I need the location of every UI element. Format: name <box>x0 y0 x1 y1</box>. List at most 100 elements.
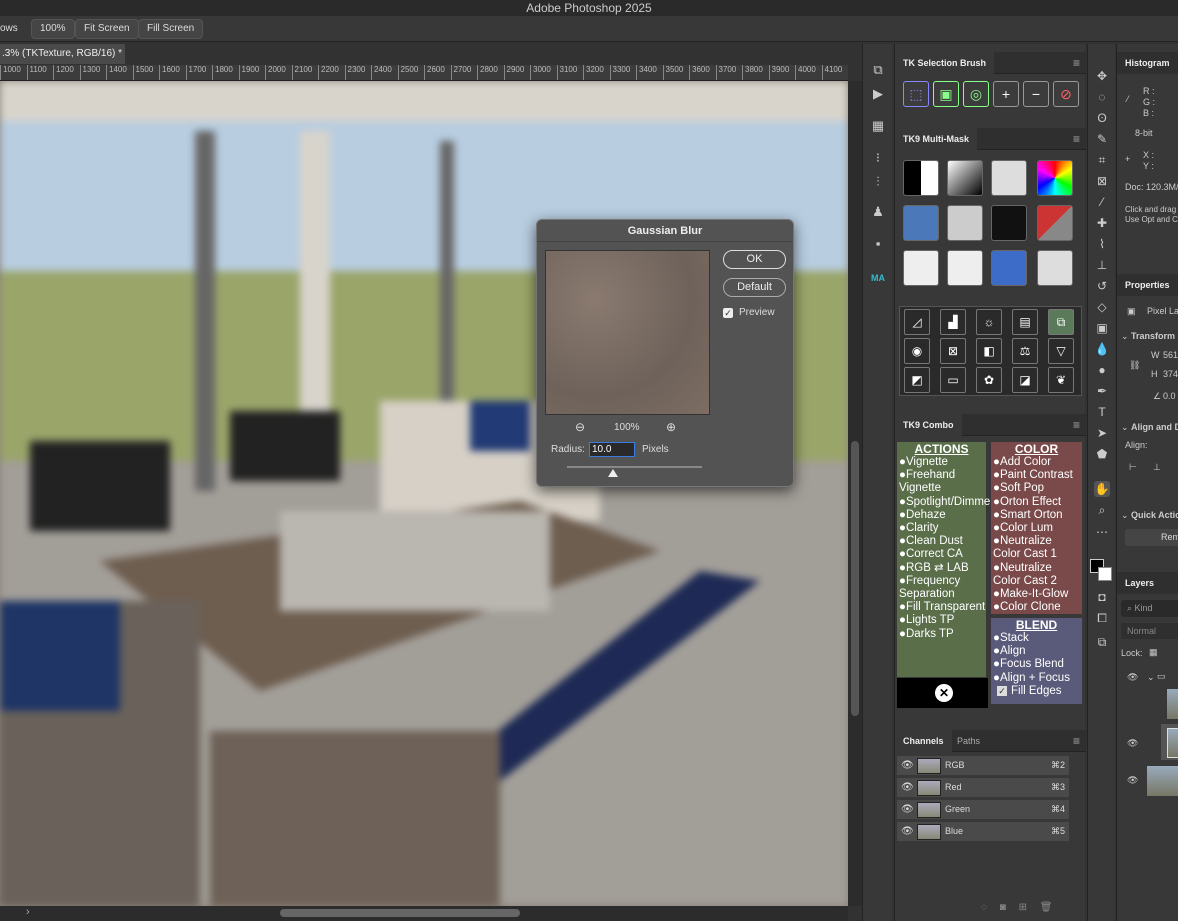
action-item[interactable]: ●Frequency <box>899 575 984 588</box>
tk-selection-tab[interactable]: TK Selection Brush <box>895 52 995 74</box>
color-action-item[interactable]: ●Smart Orton <box>993 509 1080 522</box>
mask-person-icon[interactable] <box>903 205 939 241</box>
close-icon[interactable]: ✕ <box>935 684 953 702</box>
plugin-icon[interactable]: ▪ <box>870 236 886 252</box>
color-action-item[interactable]: ●Neutralize <box>993 535 1080 548</box>
layer-thumb-3[interactable] <box>1147 766 1178 796</box>
image-canvas[interactable] <box>0 81 848 906</box>
add-selection-icon[interactable]: + <box>993 81 1019 107</box>
panel-menu-icon[interactable]: ≡ <box>1073 132 1080 146</box>
radius-input[interactable]: 10.0 <box>589 442 635 457</box>
action-item[interactable]: ●Clarity <box>899 522 984 535</box>
stamp-tool-icon[interactable]: ⊥ <box>1094 257 1110 273</box>
rgb-circles-icon[interactable]: ✿ <box>976 367 1002 393</box>
layer-thumb-2[interactable] <box>1167 728 1178 758</box>
history-brush-icon[interactable]: ↺ <box>1094 278 1110 294</box>
layers-overlap-icon[interactable]: ⧉ <box>1048 309 1074 335</box>
layer-thumb-1[interactable] <box>1167 689 1178 719</box>
blend-action-item[interactable]: ●Align <box>993 645 1080 658</box>
monitor-icon[interactable]: ▭ <box>940 367 966 393</box>
color-action-item[interactable]: ●Color Lum <box>993 522 1080 535</box>
align-chevron-icon[interactable]: ⌄ <box>1121 422 1129 433</box>
shape-tool-icon[interactable]: ⬟ <box>1094 446 1110 462</box>
horizontal-scroll-thumb[interactable] <box>280 909 520 917</box>
transform-chevron-icon[interactable]: ⌄ <box>1121 331 1129 342</box>
action-item[interactable]: ●Clean Dust <box>899 535 984 548</box>
color-action-item[interactable]: ●Make-It-Glow <box>993 588 1080 601</box>
eye-icon[interactable]: 👁 <box>901 760 914 771</box>
history-icon[interactable]: ⧉ <box>870 62 886 78</box>
zoom-100-button[interactable]: 100% <box>31 19 75 39</box>
lasso-tool-icon[interactable]: ʘ <box>1094 110 1110 126</box>
sliders-icon[interactable]: ⫶ <box>870 174 886 190</box>
blend-action-item[interactable]: ●Focus Blend <box>993 658 1080 671</box>
brush-settings-icon[interactable]: ⁝ <box>870 150 886 166</box>
channel-row[interactable]: 👁 Blue ⌘5 <box>897 822 1069 842</box>
action-item[interactable]: ●Dehaze <box>899 509 984 522</box>
ok-button[interactable]: OK <box>723 250 786 269</box>
gradient-icon[interactable]: ◩ <box>904 367 930 393</box>
frame-tool-icon[interactable]: ⊠ <box>1094 173 1110 189</box>
mask-gradient-icon[interactable] <box>947 160 983 196</box>
mask-circles-icon[interactable] <box>1037 250 1073 286</box>
mask-list-icon[interactable] <box>991 250 1027 286</box>
color-action-item[interactable]: ●Orton Effect <box>993 496 1080 509</box>
preview-checkbox[interactable]: ✓ <box>723 308 733 318</box>
chevron-right-icon[interactable]: › <box>26 906 30 918</box>
fill-edges-checkbox[interactable]: ✓ <box>997 685 1007 696</box>
screen-mode-icon[interactable]: ⧠ <box>1094 610 1110 626</box>
color-action-item[interactable]: Color Cast 1 <box>993 548 1080 561</box>
action-item[interactable]: ●RGB ⇄ LAB <box>899 562 984 575</box>
action-item[interactable]: ●Lights TP <box>899 614 984 627</box>
fit-screen-button[interactable]: Fit Screen <box>75 19 139 39</box>
crop-tool-icon[interactable]: ⌗ <box>1094 152 1110 168</box>
trash-icon[interactable]: 🗑 <box>1040 902 1053 913</box>
layer-kind-filter[interactable]: ⌕ Kind <box>1121 600 1178 617</box>
angle-value[interactable]: 0.0 <box>1163 391 1176 401</box>
eye-icon[interactable]: 👁 <box>901 782 914 793</box>
brush-tool-icon[interactable]: ⌇ <box>1094 236 1110 252</box>
width-value[interactable]: 561 <box>1163 350 1178 360</box>
mask-target-icon[interactable] <box>947 205 983 241</box>
mask-diagonal-icon[interactable] <box>1037 205 1073 241</box>
blur-preview[interactable] <box>545 250 710 415</box>
eye-icon[interactable]: 👁 <box>901 826 914 837</box>
grid-icon[interactable]: ▦ <box>870 118 886 134</box>
eye-icon[interactable]: 👁 <box>901 804 914 815</box>
quick-actions-chevron-icon[interactable]: ⌄ <box>1121 510 1129 521</box>
mask-color-icon[interactable] <box>1037 160 1073 196</box>
action-item[interactable]: ●Correct CA <box>899 548 984 561</box>
color-action-item[interactable]: ●Color Clone <box>993 601 1080 614</box>
pen-tool-icon[interactable]: ✒ <box>1094 383 1110 399</box>
document-tab[interactable]: .3% (TKTexture, RGB/16) * <box>0 44 125 64</box>
zoom-out-icon[interactable]: ⊖ <box>575 420 585 434</box>
height-value[interactable]: 374 <box>1163 369 1178 379</box>
move-tool-icon[interactable]: ✥ <box>1094 68 1110 84</box>
mask-layer-icon[interactable] <box>903 250 939 286</box>
eyedropper-icon[interactable]: ⁄ <box>1094 194 1110 210</box>
mask-overlap-icon[interactable] <box>991 160 1027 196</box>
levels-icon[interactable]: ▟ <box>940 309 966 335</box>
link-icon[interactable]: ⛓ <box>1129 360 1140 371</box>
layers-tab[interactable]: Layers <box>1117 572 1178 594</box>
tk-multimask-tab[interactable]: TK9 Multi-Mask <box>895 128 978 150</box>
hand-tool-icon[interactable]: ✋ <box>1094 481 1110 497</box>
action-item[interactable]: ●Darks TP <box>899 628 984 641</box>
background-color-swatch[interactable] <box>1098 567 1112 581</box>
person-icon[interactable]: ♟ <box>870 204 886 220</box>
blend-action-item[interactable]: ●Stack <box>993 632 1080 645</box>
zoom-in-icon[interactable]: ⊕ <box>666 420 676 434</box>
channel-row[interactable]: 👁 Green ⌘4 <box>897 800 1069 820</box>
gradient-tool-icon[interactable]: ▣ <box>1094 320 1110 336</box>
channel-row[interactable]: 👁 RGB ⌘2 <box>897 756 1069 776</box>
blend-mode-select[interactable]: Normal <box>1121 623 1178 639</box>
new-channel-icon[interactable]: ⊞ <box>1019 902 1027 913</box>
action-item[interactable]: Vignette <box>899 482 984 495</box>
remove-background-button[interactable]: Rem <box>1125 529 1178 546</box>
brightness-icon[interactable]: ☼ <box>976 309 1002 335</box>
action-item[interactable]: Separation <box>899 588 984 601</box>
default-button[interactable]: Default <box>723 278 786 297</box>
color-action-item[interactable]: ●Paint Contrast <box>993 469 1080 482</box>
channels-tab[interactable]: Channels <box>895 730 952 752</box>
tk9-ma-icon[interactable]: MA <box>870 270 886 286</box>
